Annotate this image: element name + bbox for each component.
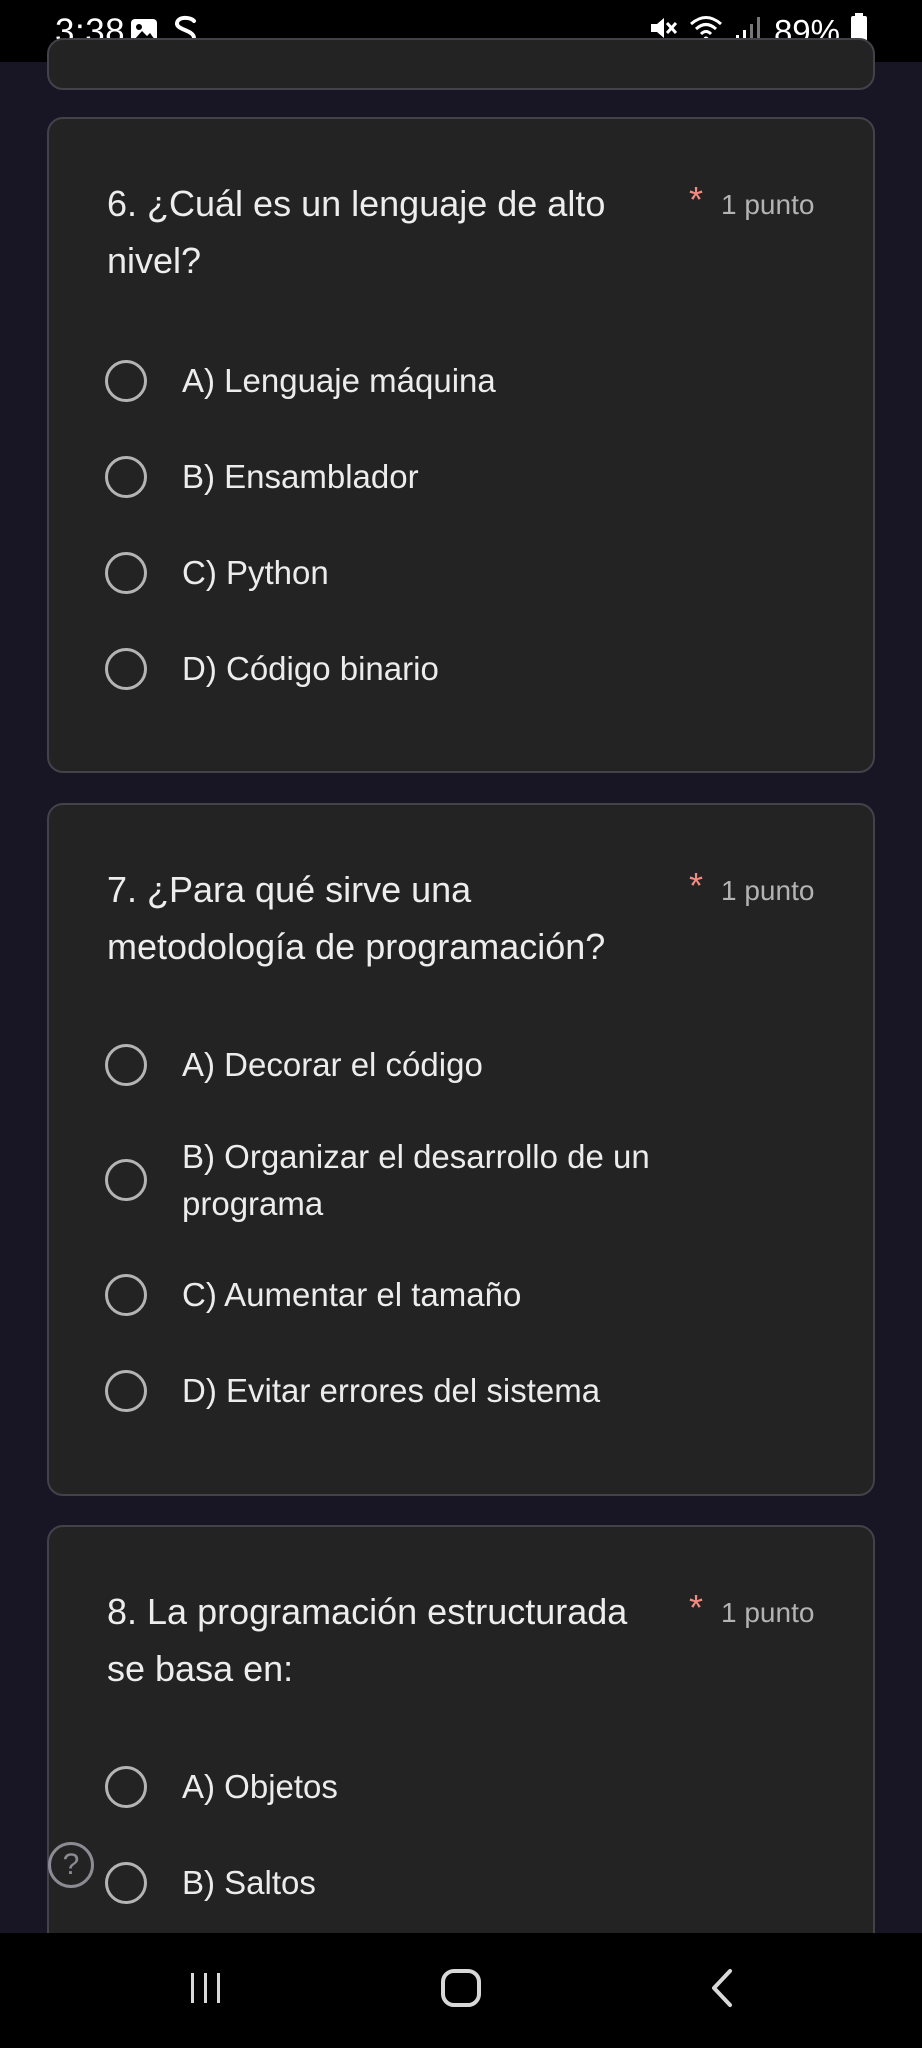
option-label: B) Organizar el desarrollo de un program…	[182, 1138, 650, 1222]
option-b[interactable]: B) Saltos	[105, 1859, 742, 1906]
option-label: B) Ensamblador	[182, 458, 419, 495]
radio-button[interactable]	[105, 1159, 147, 1201]
radio-button[interactable]	[105, 647, 147, 690]
option-b[interactable]: B) Ensamblador	[105, 453, 742, 500]
option-c[interactable]: C) Aumentar el tamaño	[105, 1271, 742, 1318]
question-title: 7. ¿Para qué sirve una metodología de pr…	[107, 869, 606, 967]
option-d[interactable]: D) Código binario	[105, 645, 742, 692]
option-label: C) Python	[182, 554, 329, 591]
option-b[interactable]: B) Organizar el desarrollo de un program…	[105, 1133, 742, 1227]
option-label: A) Objetos	[182, 1768, 338, 1805]
points-label: 1 punto	[721, 1597, 815, 1628]
previous-question-card	[47, 38, 875, 90]
radio-button[interactable]	[105, 551, 147, 594]
radio-button[interactable]	[105, 1043, 147, 1086]
recents-icon[interactable]	[186, 1963, 226, 2018]
points-label: 1 punto	[721, 875, 815, 906]
question-card-6: 6. ¿Cuál es un lenguaje de alto nivel? *…	[47, 117, 875, 773]
question-title: 6. ¿Cuál es un lenguaje de alto nivel?	[107, 183, 606, 281]
option-label: C) Aumentar el tamaño	[182, 1276, 522, 1313]
required-asterisk: *	[689, 865, 704, 906]
radio-button[interactable]	[105, 1369, 147, 1412]
option-d[interactable]: D) Evitar errores del sistema	[105, 1367, 742, 1414]
question-card-7: 7. ¿Para qué sirve una metodología de pr…	[47, 803, 875, 1496]
radio-button[interactable]	[105, 455, 147, 498]
required-asterisk: *	[689, 179, 704, 220]
option-a[interactable]: A) Lenguaje máquina	[105, 357, 742, 404]
radio-button[interactable]	[105, 1273, 147, 1316]
option-c[interactable]: C) Python	[105, 549, 742, 596]
option-a[interactable]: A) Objetos	[105, 1763, 742, 1810]
points-label: 1 punto	[721, 189, 815, 220]
required-asterisk: *	[689, 1587, 704, 1628]
option-label: D) Código binario	[182, 650, 439, 687]
option-label: A) Lenguaje máquina	[182, 362, 496, 399]
option-a[interactable]: A) Decorar el código	[105, 1041, 742, 1088]
option-label: B) Saltos	[182, 1864, 316, 1901]
back-icon[interactable]	[702, 1963, 742, 2018]
home-icon[interactable]	[440, 1963, 484, 2018]
help-icon[interactable]: ?	[48, 1842, 94, 1888]
option-label: D) Evitar errores del sistema	[182, 1372, 601, 1409]
radio-button[interactable]	[105, 1765, 147, 1808]
radio-button[interactable]	[105, 359, 147, 402]
question-title: 8. La programación estructurada se basa …	[107, 1591, 628, 1689]
radio-button[interactable]	[105, 1861, 147, 1904]
navigation-bar	[0, 1933, 922, 2048]
option-label: A) Decorar el código	[182, 1046, 483, 1083]
